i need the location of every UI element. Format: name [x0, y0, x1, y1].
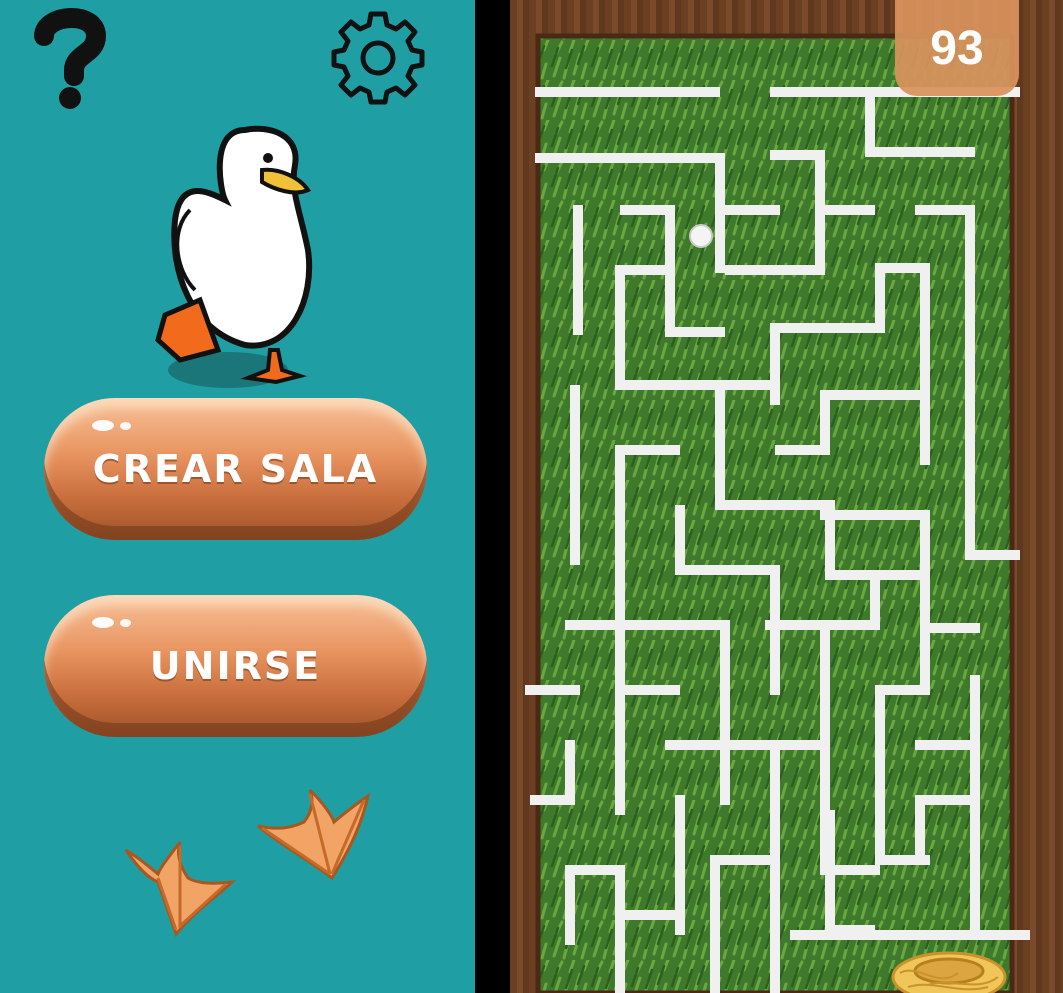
create-room-button[interactable]: CREAR SALA: [44, 398, 427, 540]
maze-board[interactable]: [510, 0, 1063, 993]
split-divider: [475, 0, 510, 993]
join-button[interactable]: UNIRSE: [44, 595, 427, 737]
join-label: UNIRSE: [149, 644, 322, 688]
duck-footprint-icon: [124, 841, 237, 937]
duck-icon: [155, 125, 313, 388]
maze-game-panel: 93: [510, 0, 1063, 993]
button-shine: [120, 422, 131, 430]
question-mark-icon[interactable]: [34, 6, 106, 110]
duck-footprint-icon: [257, 788, 371, 881]
button-shine: [120, 619, 131, 627]
nest-icon: [891, 951, 1007, 993]
button-shine: [92, 617, 114, 628]
button-shine: [92, 420, 114, 431]
menu-panel: CREAR SALA UNIRSE: [0, 0, 475, 993]
ball-icon[interactable]: [689, 224, 713, 248]
gear-icon[interactable]: [328, 8, 428, 108]
create-room-label: CREAR SALA: [92, 447, 379, 491]
score-badge: 93: [895, 0, 1019, 96]
